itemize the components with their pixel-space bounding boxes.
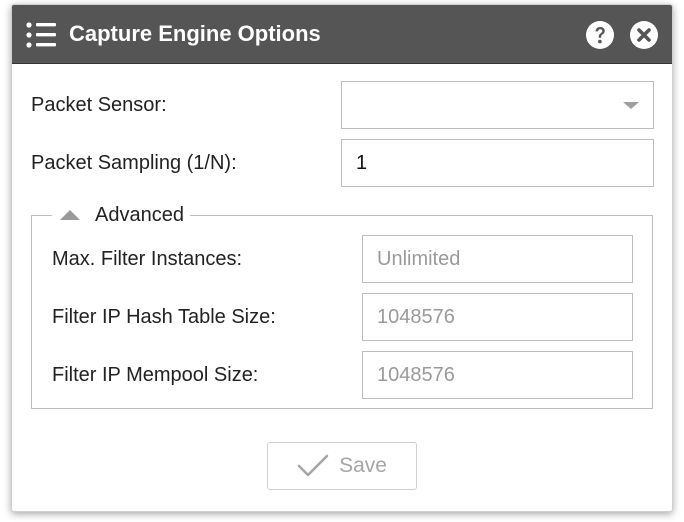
close-circle-icon — [630, 21, 658, 49]
filter-ip-hash-table-size-label: Filter IP Hash Table Size: — [52, 306, 276, 328]
dialog-titlebar: Capture Engine Options — [12, 5, 672, 64]
dialog-title: Capture Engine Options — [69, 21, 321, 46]
close-button[interactable] — [629, 20, 659, 50]
capture-engine-options-dialog: Capture Engine Options Packet Sensor: Pa… — [11, 4, 673, 512]
filter-ip-mempool-size-input[interactable] — [362, 351, 633, 399]
max-filter-instances-label: Max. Filter Instances: — [52, 248, 243, 270]
packet-sensor-select[interactable] — [341, 81, 654, 129]
packet-sampling-input[interactable] — [341, 139, 654, 187]
help-circle-icon — [586, 21, 614, 49]
help-button[interactable] — [585, 20, 615, 50]
packet-sensor-label: Packet Sensor: — [31, 94, 167, 116]
advanced-legend-label: Advanced — [95, 203, 184, 226]
filter-ip-mempool-size-label: Filter IP Mempool Size: — [52, 364, 259, 386]
filter-ip-hash-table-size-input[interactable] — [362, 293, 633, 341]
list-menu-icon — [26, 22, 56, 48]
packet-sampling-label: Packet Sampling (1/N): — [31, 152, 237, 174]
save-button[interactable]: Save — [267, 442, 417, 490]
chevron-down-icon — [623, 102, 639, 109]
advanced-toggle[interactable]: Advanced — [52, 202, 190, 228]
save-button-label: Save — [339, 454, 387, 477]
checkmark-icon — [297, 454, 329, 477]
triangle-up-icon — [60, 210, 80, 220]
max-filter-instances-input[interactable] — [362, 235, 633, 283]
